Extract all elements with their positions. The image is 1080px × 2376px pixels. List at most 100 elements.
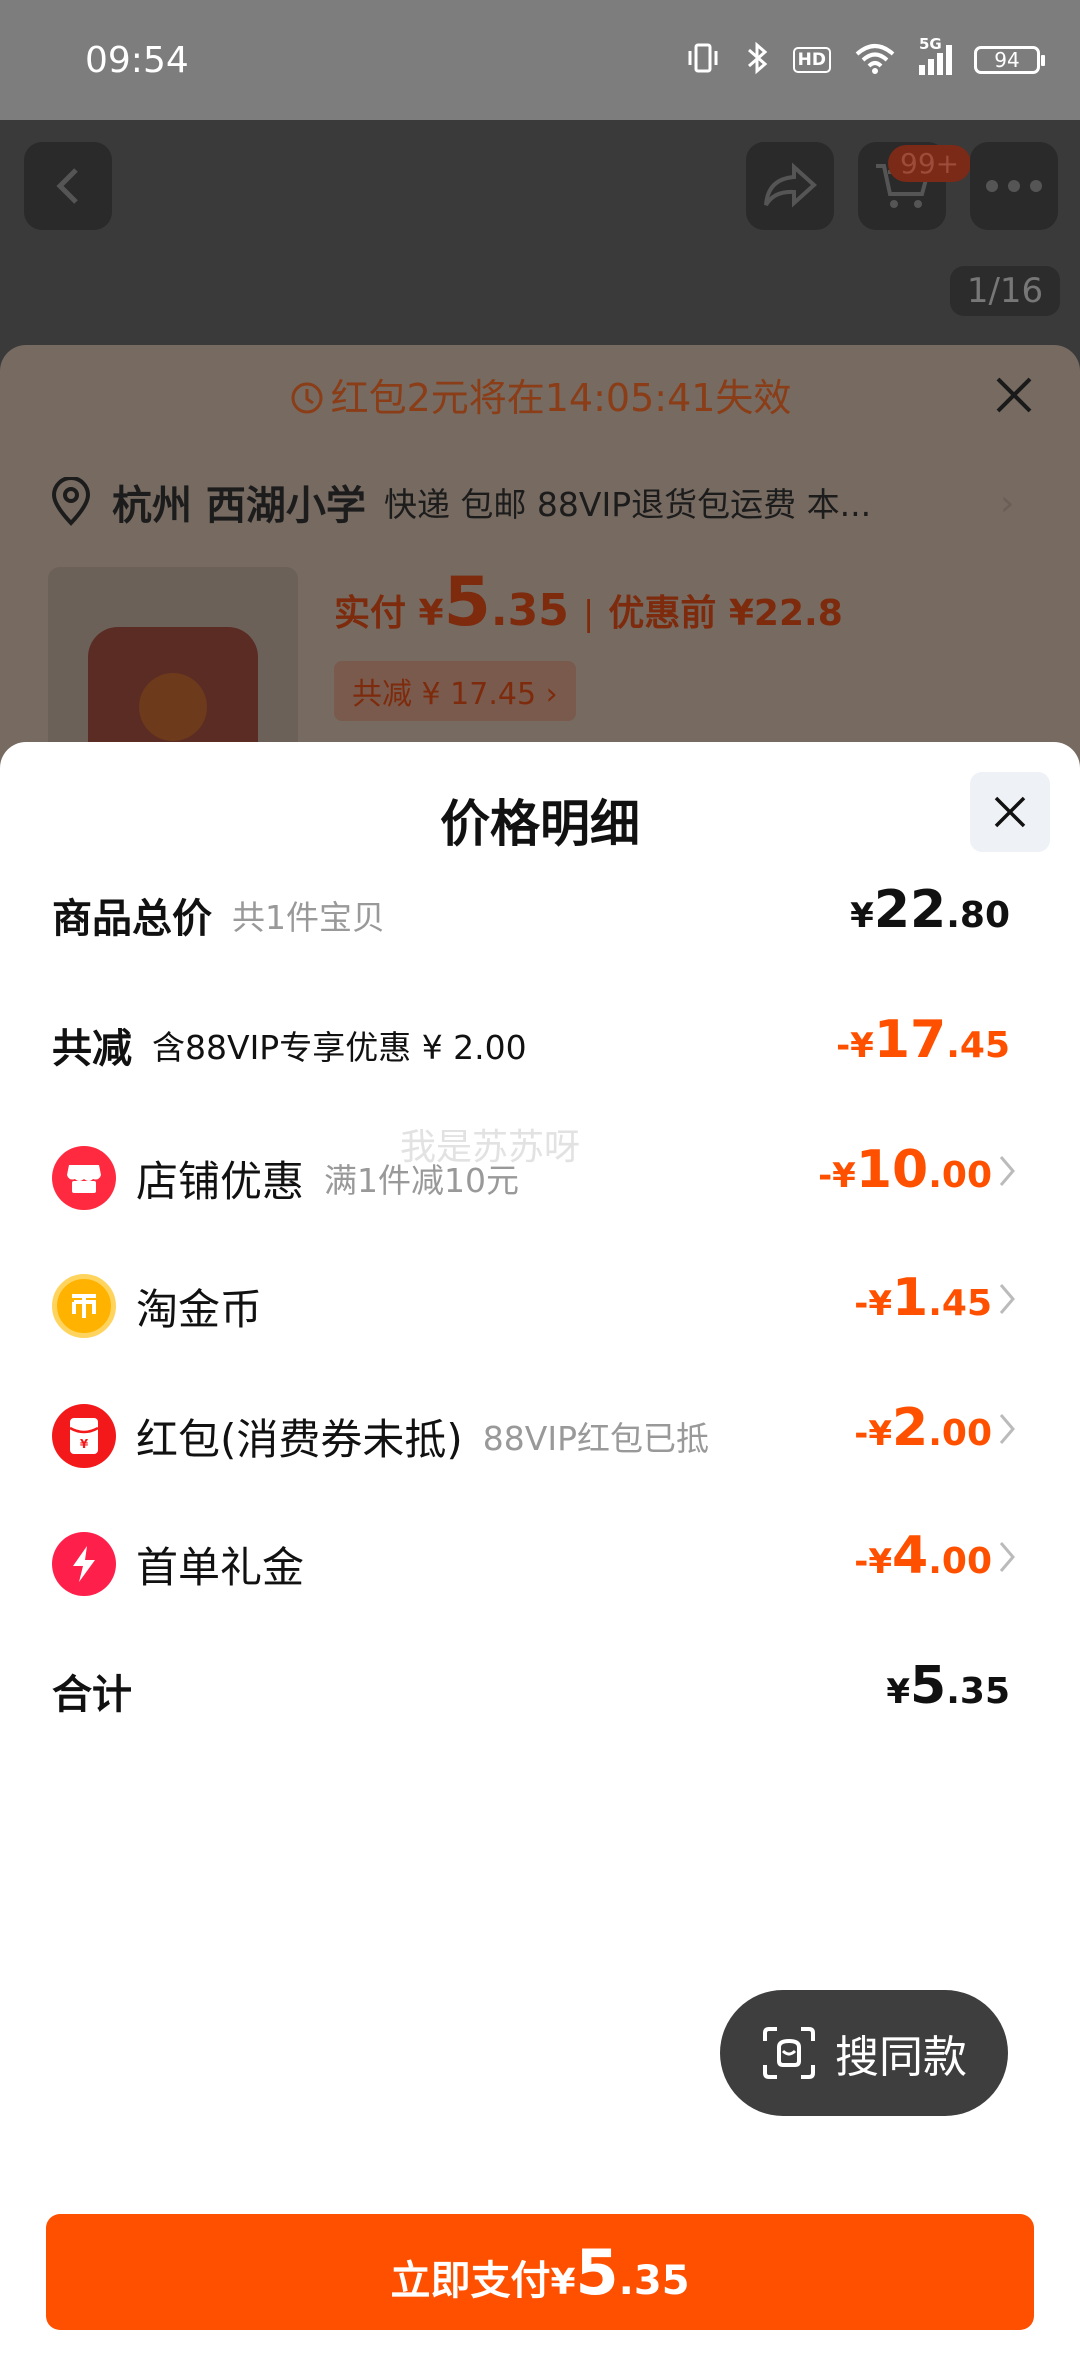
chevron-right-icon <box>998 1412 1016 1450</box>
firstorder-int: 4 <box>892 1526 929 1586</box>
pay-now-dec: .35 <box>618 2258 690 2304</box>
row-subtotal-label-group: 商品总价 共1件宝贝 <box>52 886 385 944</box>
row-coins-label-group: 淘金币 <box>52 1274 262 1338</box>
chevron-right-icon <box>998 1282 1016 1320</box>
shop-icon <box>52 1146 116 1210</box>
order-pay-dec: .35 <box>490 585 569 636</box>
redpacket-symbol: -¥ <box>854 1414 893 1454</box>
order-pay-price: 实付 ¥ 5 .35 | 优惠前 ¥22.8 <box>334 563 843 642</box>
bluetooth-icon <box>743 40 771 80</box>
shop-dec: .00 <box>928 1155 992 1196</box>
pay-now-button[interactable]: 立即支付 ¥ 5 .35 <box>46 2214 1034 2330</box>
red-packet-icon: ¥ <box>52 1404 116 1468</box>
image-pager: 1/16 <box>950 266 1060 316</box>
row-subtotal: 商品总价 共1件宝贝 ¥ 22 .80 <box>0 866 1080 966</box>
first-order-gift-amount: -¥ 4 .00 <box>854 1526 992 1586</box>
row-red-packet[interactable]: ¥ 红包(消费券未抵) 88VIP红包已抵 -¥ 2 .00 <box>0 1384 1080 1484</box>
row-firstorder-label-group: 首单礼金 <box>52 1532 304 1596</box>
status-icons: HD 5G 94 <box>685 35 1045 80</box>
chevron-right-icon <box>998 1154 1016 1192</box>
order-pay-int: 5 <box>443 563 491 642</box>
location-pin-icon <box>51 477 91 526</box>
back-button[interactable] <box>24 142 112 230</box>
panel-close-button[interactable] <box>970 772 1050 852</box>
grand-total-amount: ¥ 5 .35 <box>886 1656 1010 1716</box>
screen: 09:54 HD 5G 94 99+ 1/16 红包2元将在14:05:41失效… <box>0 0 1080 2376</box>
order-total-saving[interactable]: 共减 ¥ 17.45 › <box>334 661 576 721</box>
coins-symbol: -¥ <box>854 1284 893 1324</box>
subtotal-int: 22 <box>873 880 947 940</box>
wifi-icon <box>853 40 897 80</box>
total-dec: .35 <box>946 1671 1010 1712</box>
discount-symbol: -¥ <box>836 1026 874 1066</box>
address-chevron-icon: › <box>1000 483 1015 524</box>
pay-now-int: 5 <box>575 2236 619 2309</box>
firstorder-symbol: -¥ <box>854 1542 893 1582</box>
svg-text:¥: ¥ <box>80 1437 89 1451</box>
red-packet-label: 红包(消费券未抵) <box>136 1414 463 1464</box>
status-bar: 09:54 HD 5G 94 <box>0 0 1080 120</box>
subtotal-amount: ¥ 22 .80 <box>850 880 1010 940</box>
row-redpacket-label-group: ¥ 红包(消费券未抵) 88VIP红包已抵 <box>52 1404 709 1468</box>
delivery-note: 快递 包邮 88VIP退货包运费 本... <box>383 485 872 524</box>
pay-now-symbol: ¥ <box>550 2262 576 2303</box>
redpacket-dec: .00 <box>928 1413 992 1454</box>
price-divider: | <box>582 594 595 634</box>
row-discount-label-group: 共减 含88VIP专享优惠 ¥ 2.00 <box>52 1016 527 1074</box>
shop-discount-amount: -¥ 10 .00 <box>818 1140 992 1200</box>
image-search-icon <box>763 2027 815 2079</box>
subtotal-count: 共1件宝贝 <box>232 898 385 937</box>
more-button[interactable] <box>970 142 1058 230</box>
red-packet-amount: -¥ 2 .00 <box>854 1398 992 1458</box>
row-total-label-group: 合计 <box>52 1662 132 1720</box>
close-icon <box>994 796 1026 828</box>
price-detail-panel: 价格明细 商品总价 共1件宝贝 ¥ 22 .80 共减 含88VIP专享优惠 ¥… <box>0 742 1080 2376</box>
discount-int: 17 <box>873 1010 947 1070</box>
redpacket-int: 2 <box>892 1398 929 1458</box>
shop-discount-label: 店铺优惠 <box>136 1156 305 1206</box>
tao-coins-label: 淘金币 <box>136 1284 263 1334</box>
close-icon <box>996 377 1032 413</box>
shop-symbol: -¥ <box>818 1156 856 1196</box>
red-packet-note: 88VIP红包已抵 <box>482 1419 709 1458</box>
hd-icon: HD <box>792 47 831 73</box>
more-dots-icon <box>986 180 1042 192</box>
coin-icon <box>52 1274 116 1338</box>
coins-int: 1 <box>892 1268 929 1328</box>
shop-int: 10 <box>855 1140 929 1200</box>
subtotal-symbol: ¥ <box>850 896 874 936</box>
battery-icon: 94 <box>974 46 1045 74</box>
subtotal-dec: .80 <box>946 895 1010 936</box>
delivery-address[interactable]: 杭州 西湖小学 快递 包邮 88VIP退货包运费 本... <box>48 473 871 531</box>
row-first-order-gift[interactable]: 首单礼金 -¥ 4 .00 <box>0 1512 1080 1612</box>
order-sheet-close-button[interactable] <box>992 373 1036 421</box>
share-icon <box>764 162 817 208</box>
tao-coins-amount: -¥ 1 .45 <box>854 1268 992 1328</box>
row-tao-coins[interactable]: 淘金币 -¥ 1 .45 <box>0 1254 1080 1354</box>
total-int: 5 <box>910 1656 947 1716</box>
discount-dec: .45 <box>946 1025 1010 1066</box>
search-same-label: 搜同款 <box>835 2032 967 2083</box>
cart-badge: 99+ <box>888 145 972 182</box>
coins-dec: .45 <box>928 1283 992 1324</box>
discount-label: 共减 <box>52 1026 132 1072</box>
firstorder-dec: .00 <box>928 1541 992 1582</box>
chevron-right-icon <box>998 1540 1016 1578</box>
clock-icon <box>291 382 323 414</box>
share-button[interactable] <box>746 142 834 230</box>
search-same-button[interactable]: 搜同款 <box>720 1990 1008 2116</box>
discount-amount: -¥ 17 .45 <box>836 1010 1010 1070</box>
signal-icon: 5G <box>919 35 952 75</box>
address-city: 杭州 西湖小学 <box>112 483 366 529</box>
subtotal-label: 商品总价 <box>52 896 212 942</box>
redpacket-timer: 红包2元将在14:05:41失效 <box>0 367 1080 422</box>
grand-total-label: 合计 <box>52 1672 132 1718</box>
redpacket-timer-text: 红包2元将在14:05:41失效 <box>330 376 792 420</box>
network-type: 5G <box>919 35 942 53</box>
lightning-icon <box>52 1532 116 1596</box>
status-time: 09:54 <box>85 40 189 81</box>
order-pay-label: 实付 ¥ <box>334 593 444 634</box>
total-symbol: ¥ <box>886 1672 911 1712</box>
first-order-gift-label: 首单礼金 <box>136 1542 305 1592</box>
order-original-price: 优惠前 ¥22.8 <box>608 593 843 634</box>
